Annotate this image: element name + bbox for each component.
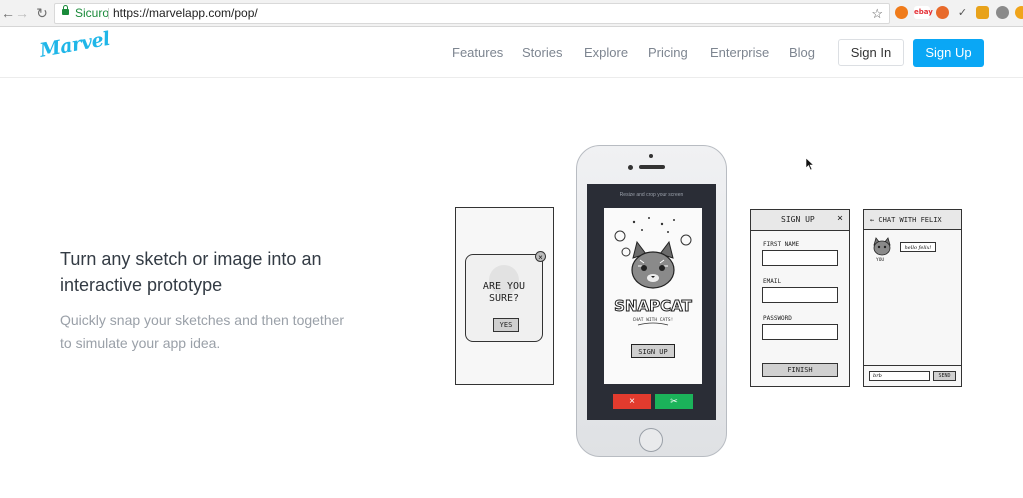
- extension-ebay-icon[interactable]: ebay: [914, 6, 933, 19]
- first-name-field[interactable]: [762, 250, 838, 266]
- close-icon: ×: [629, 396, 635, 407]
- nav-pricing[interactable]: Pricing: [648, 45, 688, 60]
- scissors-icon: ✂: [670, 396, 678, 406]
- phone-speaker: [639, 165, 665, 169]
- phone-sketch-card: SNAPCAT CHAT WITH CATS! SIGN UP: [604, 208, 702, 384]
- dialog-line1: ARE YOU: [482, 281, 526, 292]
- dialog-question: ARE YOU SURE?: [466, 281, 542, 305]
- extension-circle-icon[interactable]: [936, 6, 949, 19]
- lock-icon: [62, 5, 69, 15]
- dialog-box: ARE YOU SURE? YES: [465, 254, 543, 342]
- forward-icon[interactable]: →: [14, 5, 30, 21]
- nav-features[interactable]: Features: [452, 45, 503, 60]
- finish-button[interactable]: FINISH: [762, 363, 838, 377]
- dialog-line2: SURE?: [488, 293, 520, 304]
- password-label: PASSWORD: [763, 315, 792, 322]
- url-divider: [108, 8, 109, 19]
- phone-camera: [649, 154, 653, 158]
- chat-bubble: hello felix!: [900, 242, 936, 252]
- email-label: EMAIL: [763, 278, 782, 285]
- mouse-cursor-icon: [805, 157, 815, 171]
- site-header: Marvel Features Stories Explore Pricing …: [0, 28, 1023, 78]
- hero-title-line2: interactive prototype: [60, 275, 223, 295]
- snapcat-tagline: CHAT WITH CATS!: [633, 317, 674, 323]
- address-bar[interactable]: Sicuro https://marvelapp.com/pop/ ☆: [54, 3, 890, 24]
- first-name-label: FIRST NAME: [763, 241, 800, 248]
- phone-sign-up-button[interactable]: SIGN UP: [631, 344, 675, 358]
- bookmark-star-icon[interactable]: ☆: [871, 4, 883, 23]
- hero-subtitle-line1: Quickly snap your sketches and then toge…: [60, 312, 345, 328]
- discard-button[interactable]: ×: [613, 394, 651, 409]
- sign-in-button[interactable]: Sign In: [838, 39, 904, 66]
- signup-title: SIGN UP: [781, 215, 815, 224]
- nav-enterprise[interactable]: Enterprise: [710, 45, 769, 60]
- sign-up-button[interactable]: Sign Up: [913, 39, 984, 67]
- dialog-yes-button[interactable]: YES: [493, 318, 519, 332]
- dialog-close-icon[interactable]: ×: [535, 251, 546, 262]
- sketch-chat-screen: ← CHAT WITH FELIX YOU hello felix! brb S…: [863, 209, 962, 387]
- extension-fire-icon[interactable]: [895, 6, 908, 19]
- phone-mockup: Resize and crop your screen SNAPCAT CHAT…: [576, 145, 727, 457]
- chat-sender-label: YOU: [876, 258, 885, 263]
- chat-message-input[interactable]: brb: [869, 371, 930, 381]
- email-field[interactable]: [762, 287, 838, 303]
- chat-divider: [864, 365, 961, 366]
- extension-avatar-icon[interactable]: [1015, 6, 1023, 19]
- phone-screen: Resize and crop your screen SNAPCAT CHAT…: [587, 184, 716, 420]
- sketch-dialog-screen: ARE YOU SURE? YES ×: [455, 207, 554, 385]
- signup-header: SIGN UP ×: [751, 210, 849, 231]
- extension-gear-icon[interactable]: [996, 6, 1009, 19]
- sketch-signup-screen: SIGN UP × FIRST NAME EMAIL PASSWORD FINI…: [750, 209, 850, 387]
- hero-subtitle: Quickly snap your sketches and then toge…: [60, 309, 360, 355]
- browser-toolbar: ← → ↻ Sicuro https://marvelapp.com/pop/ …: [0, 0, 1023, 27]
- hero-subtitle-line2: to simulate your app idea.: [60, 335, 221, 351]
- marvel-logo[interactable]: Marvel: [38, 28, 111, 62]
- hero-title: Turn any sketch or image into an interac…: [60, 246, 360, 298]
- chat-send-button[interactable]: SEND: [933, 371, 956, 381]
- extension-check-icon[interactable]: ✓: [956, 6, 969, 19]
- phone-header-text: Resize and crop your screen: [619, 192, 684, 198]
- hero-title-line1: Turn any sketch or image into an: [60, 249, 322, 269]
- nav-blog[interactable]: Blog: [789, 45, 815, 60]
- crop-button[interactable]: ✂: [655, 394, 693, 409]
- cat-avatar-icon: [873, 237, 891, 256]
- nav-explore[interactable]: Explore: [584, 45, 628, 60]
- chat-header: ← CHAT WITH FELIX: [864, 210, 961, 230]
- nav-stories[interactable]: Stories: [522, 45, 562, 60]
- extension-chart-icon[interactable]: [976, 6, 989, 19]
- phone-sensor: [628, 165, 633, 170]
- snapcat-title: SNAPCAT: [614, 297, 692, 315]
- url-text[interactable]: https://marvelapp.com/pop/: [113, 4, 258, 23]
- signup-close-icon[interactable]: ×: [837, 213, 843, 224]
- password-field[interactable]: [762, 324, 838, 340]
- home-button[interactable]: [639, 428, 663, 452]
- secure-label: Sicuro: [75, 6, 110, 20]
- reload-icon[interactable]: ↻: [34, 5, 50, 21]
